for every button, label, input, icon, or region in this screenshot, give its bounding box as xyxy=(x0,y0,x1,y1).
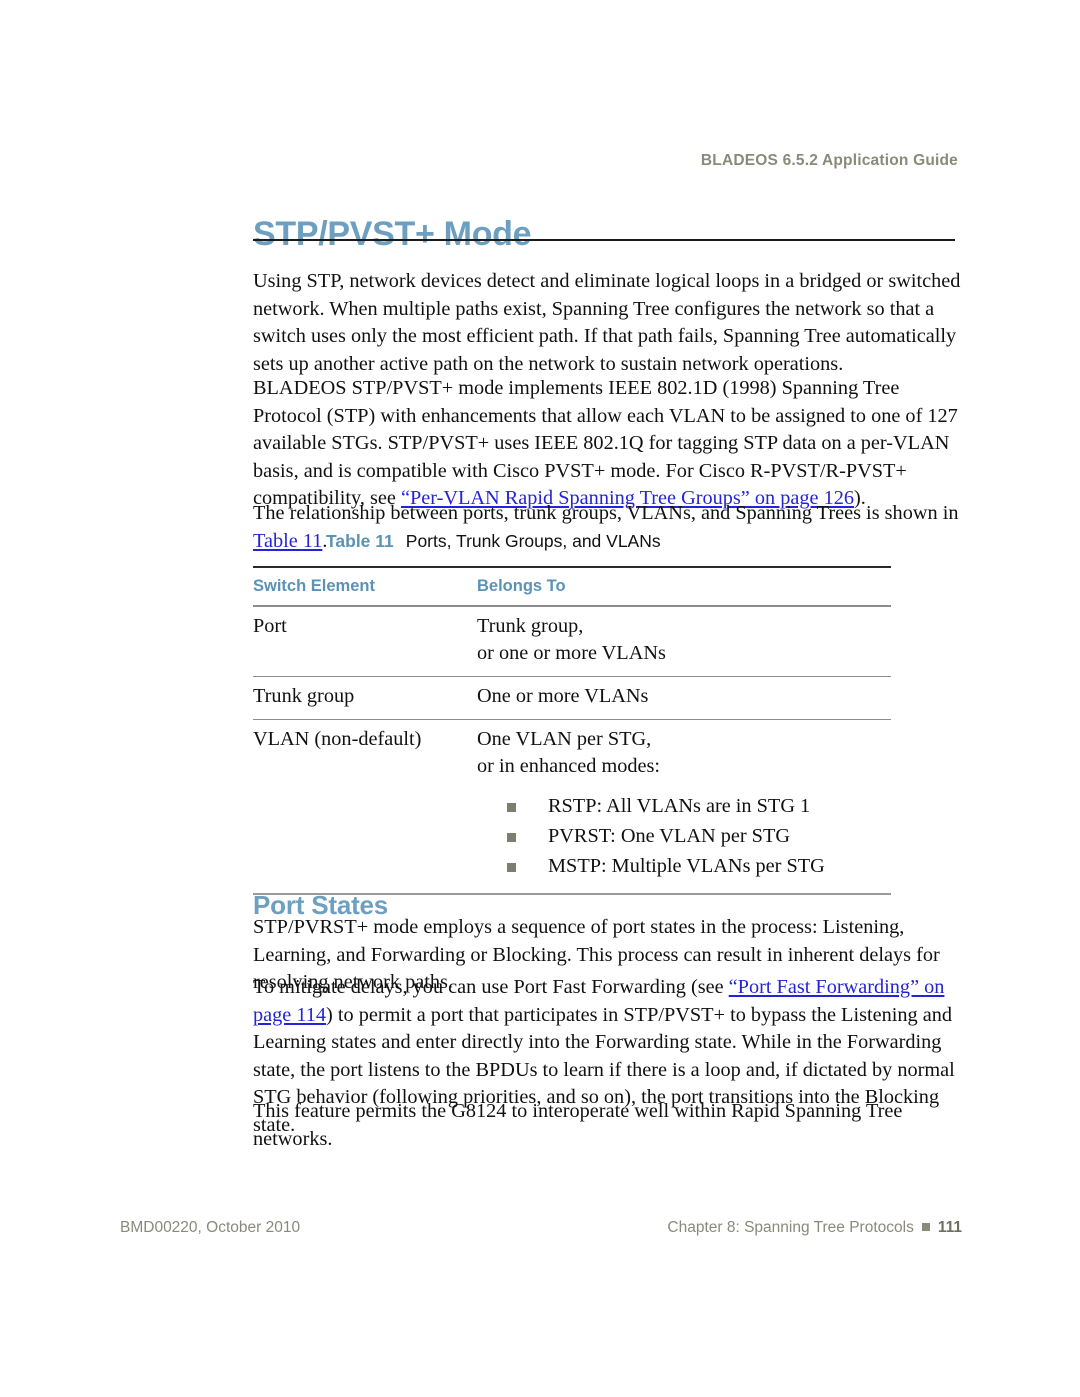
cell-belongs-to: One VLAN per STG, or in enhanced modes: … xyxy=(477,719,891,895)
paragraph-closing: This feature permits the G8124 to intero… xyxy=(253,1100,903,1150)
document-page: BLADEOS 6.5.2 Application Guide STP/PVST… xyxy=(0,0,1080,1397)
list-item: PVRST: One VLAN per STG xyxy=(507,823,891,850)
data-table: Switch Element Belongs To Port Trunk gro… xyxy=(253,566,891,895)
cell-switch-element: Port xyxy=(253,606,477,677)
table-ports-trunk-groups-vlans: Table 11 Ports, Trunk Groups, and VLANs S… xyxy=(253,531,965,895)
title-divider xyxy=(253,239,955,241)
enhanced-modes-list: RSTP: All VLANs are in STG 1 PVRST: One … xyxy=(477,793,891,880)
table-caption-text: Ports, Trunk Groups, and VLANs xyxy=(405,531,661,551)
footer-chapter-info: Chapter 8: Spanning Tree Protocols 111 xyxy=(0,1219,962,1237)
column-header-belongs-to: Belongs To xyxy=(477,566,891,607)
paragraph-port-fast-forwarding-text: To mitigate delays, you can use Port Fas… xyxy=(253,976,729,998)
table-header-row: Switch Element Belongs To xyxy=(253,566,891,607)
list-item-label: RSTP: All VLANs are in STG 1 xyxy=(548,795,811,817)
cell-line: One VLAN per STG, xyxy=(477,728,652,750)
square-bullet-icon xyxy=(507,833,516,842)
paragraph-table-reference-text: The relationship between ports, trunk gr… xyxy=(253,502,959,524)
table-row: Trunk group One or more VLANs xyxy=(253,676,891,720)
table-caption: Table 11 Ports, Trunk Groups, and VLANs xyxy=(253,531,965,552)
cell-switch-element: Trunk group xyxy=(253,676,477,720)
column-header-switch-element: Switch Element xyxy=(253,566,477,607)
footer-chapter-label: Chapter 8: Spanning Tree Protocols xyxy=(667,1219,914,1236)
list-item-label: PVRST: One VLAN per STG xyxy=(548,825,790,847)
footer-page-number: 111 xyxy=(937,1219,962,1236)
paragraph-intro: Using STP, network devices detect and el… xyxy=(253,270,961,375)
paragraph-mode-description: BLADEOS STP/PVST+ mode implements IEEE 8… xyxy=(253,375,965,513)
cell-line: or one or more VLANs xyxy=(477,642,666,664)
cell-line: One or more VLANs xyxy=(477,685,649,707)
running-header: BLADEOS 6.5.2 Application Guide xyxy=(700,152,958,169)
table-caption-number: Table 11 xyxy=(326,531,394,551)
cell-line: Trunk group, xyxy=(477,615,584,637)
list-item: RSTP: All VLANs are in STG 1 xyxy=(507,793,891,820)
square-bullet-icon xyxy=(507,863,516,872)
page-title: STP/PVST+ Mode xyxy=(253,214,532,253)
cell-belongs-to: Trunk group, or one or more VLANs xyxy=(477,606,891,677)
cell-switch-element: VLAN (non-default) xyxy=(253,719,477,895)
square-bullet-icon xyxy=(507,803,516,812)
list-item: MSTP: Multiple VLANs per STG xyxy=(507,853,891,880)
square-bullet-icon xyxy=(921,1223,930,1232)
closing-block: This feature permits the G8124 to intero… xyxy=(253,1098,965,1172)
cell-belongs-to: One or more VLANs xyxy=(477,676,891,720)
cell-line: or in enhanced modes: xyxy=(477,755,661,777)
list-item-label: MSTP: Multiple VLANs per STG xyxy=(548,855,825,877)
table-row: Port Trunk group, or one or more VLANs xyxy=(253,606,891,677)
table-row: VLAN (non-default) One VLAN per STG, or … xyxy=(253,719,891,895)
